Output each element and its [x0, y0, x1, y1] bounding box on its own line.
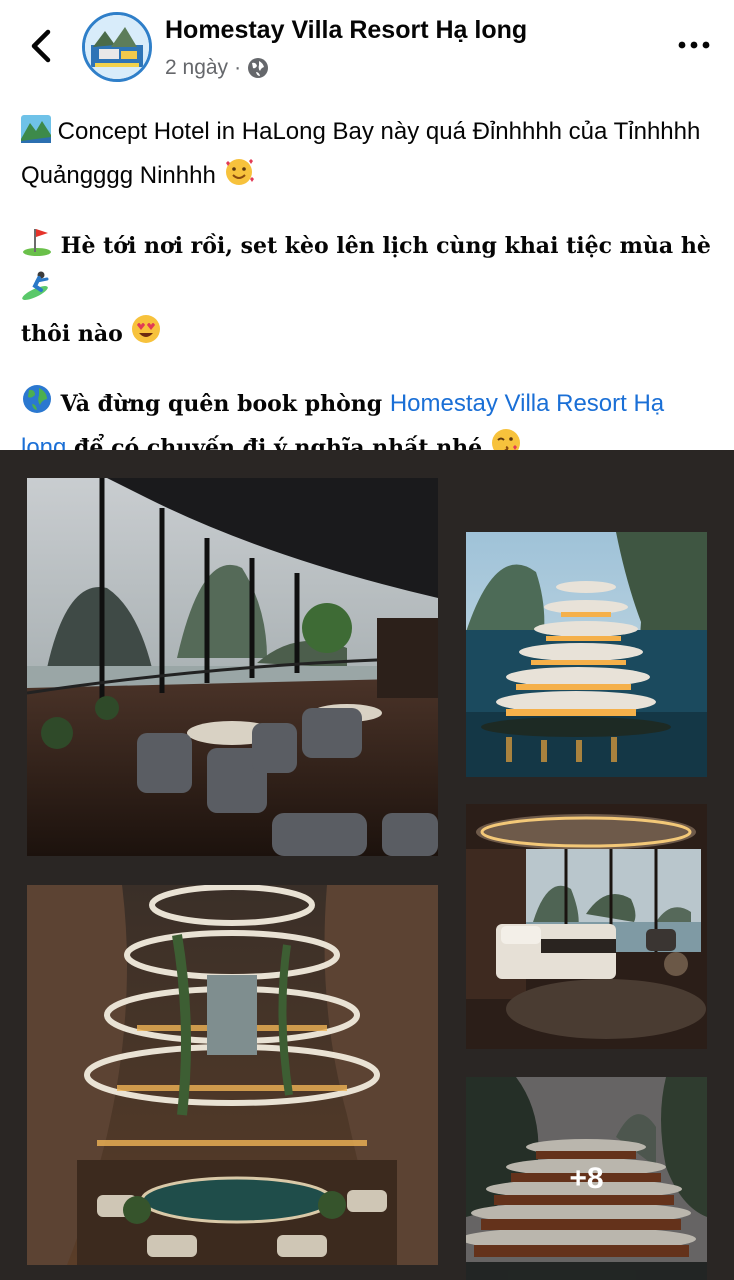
resort-logo [85, 15, 149, 79]
post-text: Concept Hotel in HaLong Bay này quá Đỉnh… [21, 110, 711, 496]
chevron-left-icon[interactable] [24, 26, 60, 66]
heart-eyes-emoji [132, 315, 161, 343]
post-paragraph-2: Hè tới nơi rồi, set kèo lên lịch cùng kh… [21, 224, 711, 356]
bedroom-bay-view-photo[interactable] [466, 804, 707, 1049]
more-photos-count[interactable]: +8 [466, 1077, 707, 1280]
paragraph-3-text-before: Và đừng quên book phòng [60, 391, 383, 417]
post-paragraph-1: Concept Hotel in HaLong Bay này quá Đỉnh… [21, 110, 711, 198]
post-header: Homestay Villa Resort Hạ long 2 ngày · [0, 0, 734, 100]
cave-atrium-pool-photo[interactable] [27, 885, 438, 1265]
post-meta: 2 ngày · [165, 56, 269, 80]
post-time[interactable]: 2 ngày [165, 56, 228, 80]
globe-emoji [23, 385, 51, 413]
more-horizontal-icon[interactable] [676, 38, 712, 52]
paragraph-2-text-cont: thôi nào [21, 321, 123, 347]
avatar[interactable] [82, 12, 152, 82]
globe-icon [248, 58, 269, 78]
surfer-emoji [22, 271, 49, 300]
smiling-face-with-hearts-emoji [225, 159, 254, 185]
page-name[interactable]: Homestay Villa Resort Hạ long [165, 16, 527, 45]
cliff-resort-photo[interactable] [466, 532, 707, 777]
mountain-landscape-emoji [21, 115, 51, 143]
paragraph-1-text: Concept Hotel in HaLong Bay này quá Đỉnh… [21, 118, 701, 189]
terraced-hotel-photo[interactable]: +8 [466, 1077, 707, 1280]
restaurant-bay-view-photo[interactable] [27, 478, 438, 856]
meta-separator: · [234, 56, 242, 79]
golf-flag-emoji [23, 229, 51, 256]
photo-gallery: +8 [0, 450, 734, 1280]
paragraph-2-text: Hè tới nơi rồi, set kèo lên lịch cùng kh… [60, 233, 711, 259]
